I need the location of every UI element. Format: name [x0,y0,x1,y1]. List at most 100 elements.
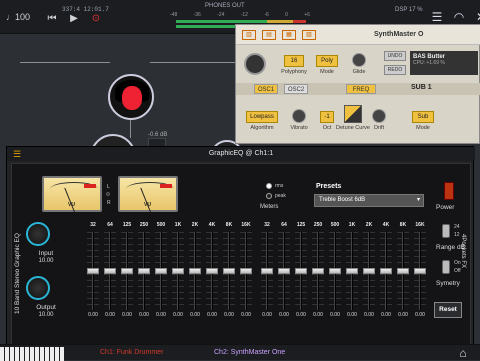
algorithm-label: Algorithm [250,125,274,131]
glide-label: Glide [352,69,366,75]
power-switch[interactable] [444,182,454,200]
eq-band-slider[interactable]: 8K 0.00 [396,222,410,322]
polyphony-value[interactable]: 16 [284,55,304,67]
meters-label: Meters [260,204,279,210]
glide-knob[interactable] [352,53,366,67]
connection-line [150,62,240,63]
slider-handle[interactable] [206,268,218,274]
slider-handle[interactable] [295,268,307,274]
record-icon[interactable]: ⊙ [90,13,102,25]
redo-button[interactable]: REDO [384,65,406,75]
slider-handle[interactable] [312,268,324,274]
slider-handle[interactable] [414,268,426,274]
eq-band-slider[interactable]: 64 0.00 [277,222,291,322]
range-12-label: 12 [454,232,460,238]
slider-handle[interactable] [104,268,116,274]
tab-osc2[interactable]: OSC2 [284,84,308,94]
tab-osc1[interactable]: OSC1 [254,84,278,94]
eq-band-slider[interactable]: 125 0.00 [294,222,308,322]
detune-curve-display[interactable] [344,105,362,123]
close-icon[interactable]: ✕ [474,10,480,24]
time-display: 337:4 12:01.7 [62,6,109,13]
eq-band-slider[interactable]: 125 0.00 [120,222,134,322]
patch-display[interactable]: BAS Butter CPU: +1.69 % [410,51,478,75]
eq-band-slider[interactable]: 2K 0.00 [362,222,376,322]
drift-knob[interactable] [372,109,386,123]
piano-keyboard-icon[interactable] [0,347,64,361]
vibrato-label: Vibrato [290,125,308,131]
mixer-icon[interactable]: ▦ [282,30,296,40]
edit-icon[interactable]: ▧ [302,30,316,40]
slider-handle[interactable] [172,268,184,274]
vibrato-knob[interactable] [292,109,306,123]
eq-band-slider[interactable]: 1K 0.00 [345,222,359,322]
graphic-eq-window: ☰ GraphicEQ @ Ch1:1 10 Band Stereo Graph… [6,146,475,354]
slider-handle[interactable] [346,268,358,274]
eq-band-slider[interactable]: 16K 0.00 [239,222,253,322]
slider-handle[interactable] [121,268,133,274]
eq-band-slider[interactable]: 1K 0.00 [171,222,185,322]
meter-peak-radio[interactable] [266,193,272,199]
eq-band-slider[interactable]: 4K 0.00 [205,222,219,322]
eq-band-slider[interactable]: 16K 0.00 [413,222,427,322]
meter-scale-tick: -6 [264,12,269,18]
eq-side-title: 10 Band Stereo Graphic EQ [14,233,21,314]
track-ch1[interactable]: Ch1: Funk Drummer [100,349,163,356]
osc-tab-bar: OSC1 OSC2 FREQ SUB 1 [236,83,480,95]
output-value: 10.00 [38,312,54,318]
slider-handle[interactable] [189,268,201,274]
meter-rms-radio[interactable] [266,183,272,189]
track-ch2[interactable]: Ch2: SynthMaster One [214,349,285,356]
slider-handle[interactable] [278,268,290,274]
preset-dropdown[interactable]: Treble Boost 6dB ▾ [314,194,424,207]
undo-button[interactable]: UNDO [384,51,406,61]
slider-handle[interactable] [155,268,167,274]
rewind-icon[interactable]: ⏮ [46,13,58,25]
slider-handle[interactable] [87,268,99,274]
meter-scale-tick: -48 [170,12,178,18]
eq-band-slider[interactable]: 500 0.00 [154,222,168,322]
synthmaster-window: ▥ ▤ ▦ ▧ SynthMaster O 16 Polyphony Poly … [235,24,480,144]
mode-value[interactable]: Poly [316,55,338,67]
slider-handle[interactable] [261,268,273,274]
output-knob[interactable] [26,276,50,300]
play-icon[interactable]: ▶ [68,13,80,25]
sub-mode-value[interactable]: Sub [412,111,434,123]
slider-handle[interactable] [363,268,375,274]
tempo-display[interactable]: ♩100 [6,12,30,22]
wifi-icon[interactable]: ◠ [452,10,466,24]
slider-handle[interactable] [397,268,409,274]
slider-handle[interactable] [329,268,341,274]
eq-band-slider[interactable]: 500 0.00 [328,222,342,322]
mixer-icon[interactable]: ☰ [430,10,444,24]
range-switch[interactable] [442,224,450,238]
eq-band-slider[interactable]: 250 0.00 [137,222,151,322]
eq-band-slider[interactable]: 32 0.00 [260,222,274,322]
input-knob[interactable] [26,222,50,246]
output-meter-left [176,20,306,23]
keyboard-icon[interactable]: ▥ [242,30,256,40]
slider-handle[interactable] [380,268,392,274]
eq-band-slider[interactable]: 8K 0.00 [222,222,236,322]
eq-band-slider[interactable]: 32 0.00 [86,222,100,322]
funk-drummer-node[interactable] [108,74,154,120]
bookmark-icon[interactable]: ⌂ [456,346,470,360]
tab-freq[interactable]: FREQ [346,84,376,94]
phones-out-label: PHONES OUT [205,3,245,9]
reset-button[interactable]: Reset [434,302,462,318]
algorithm-value[interactable]: Lowpass [246,111,278,123]
slider-handle[interactable] [240,268,252,274]
track-bar: Ch1: Funk Drummer Ch2: SynthMaster One ⌂ [0,344,480,361]
eq-band-slider[interactable]: 64 0.00 [103,222,117,322]
drift-label: Drift [373,125,385,131]
eq-window-title: GraphicEQ @ Ch1:1 [208,150,274,157]
symetry-switch[interactable] [442,260,450,274]
eq-band-slider[interactable]: 250 0.00 [311,222,325,322]
slider-handle[interactable] [223,268,235,274]
oct-value[interactable]: -1 [320,111,334,123]
range-db-label: Range dB [436,244,465,251]
arp-icon[interactable]: ▤ [262,30,276,40]
eq-band-slider[interactable]: 2K 0.00 [188,222,202,322]
slider-handle[interactable] [138,268,150,274]
eq-band-slider[interactable]: 4K 0.00 [379,222,393,322]
